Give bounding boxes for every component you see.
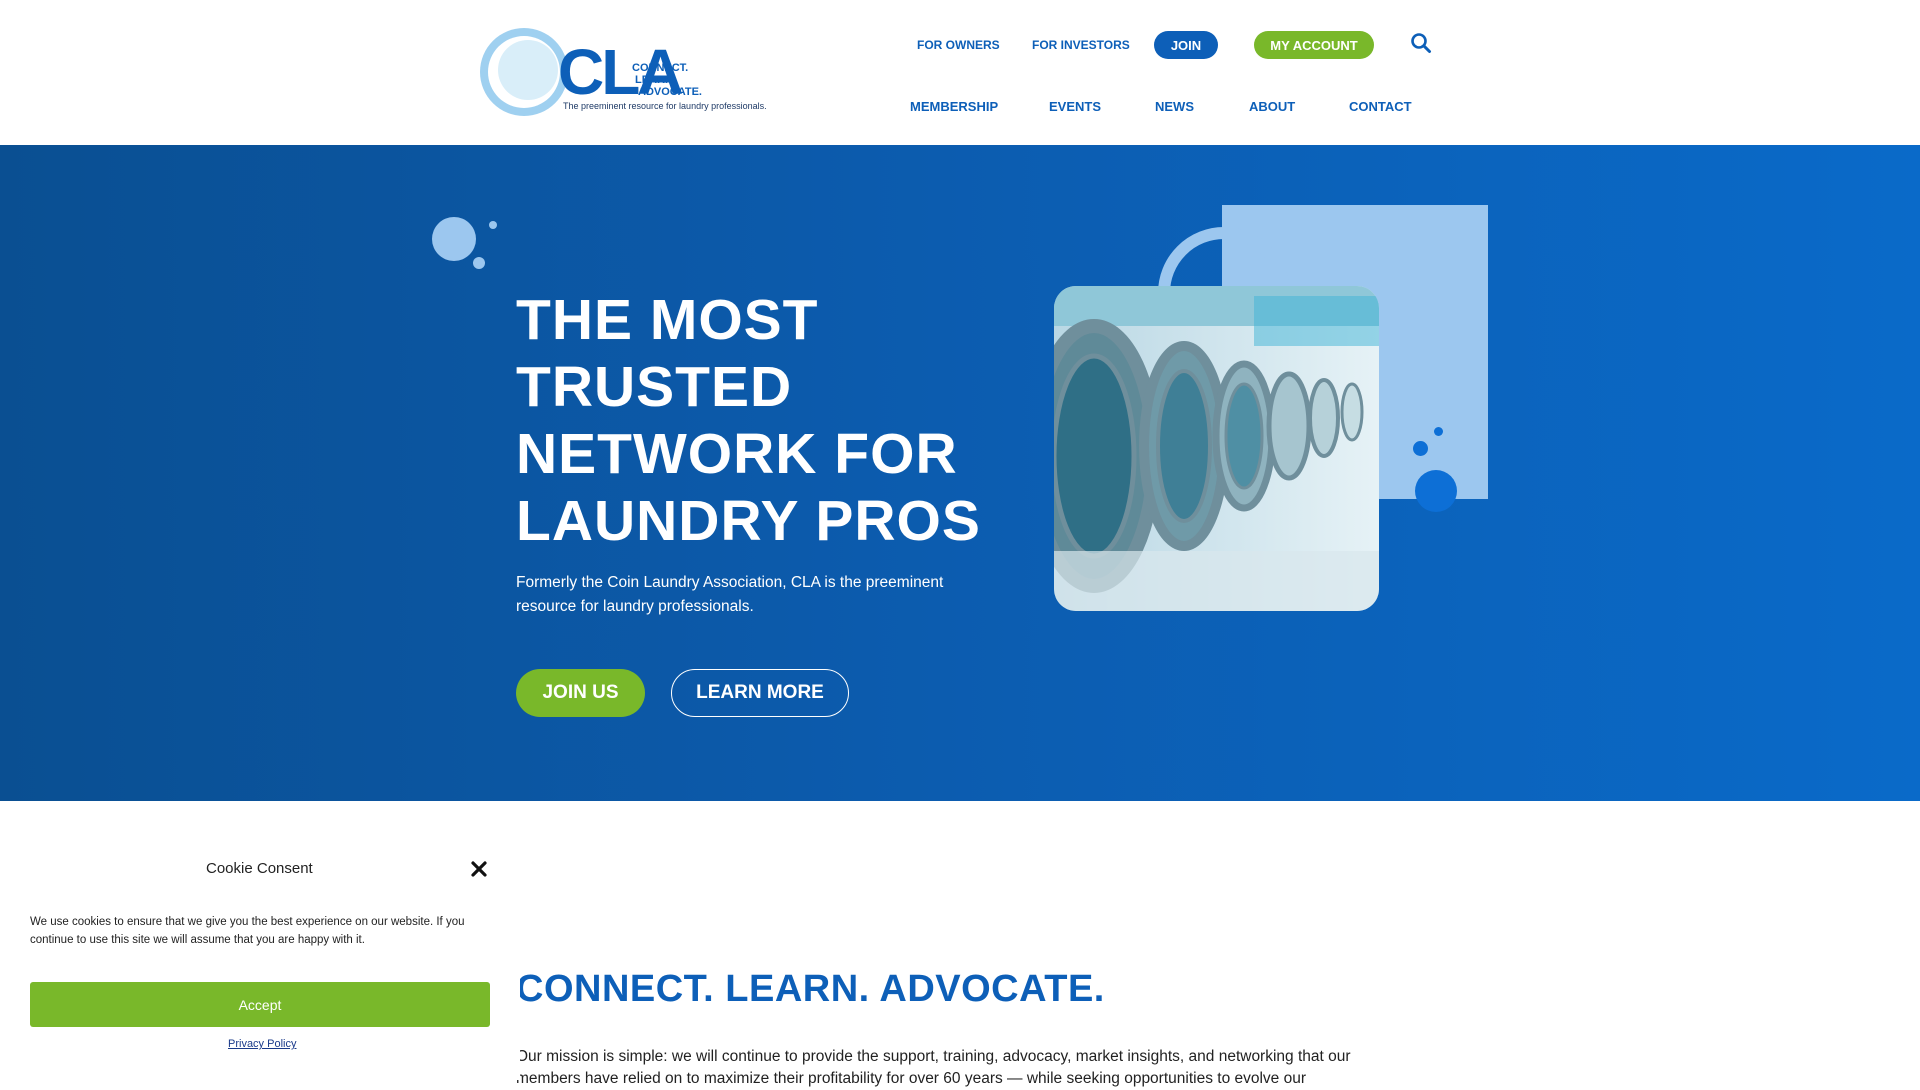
mission-text: Our mission is simple: we will continue … [516,1048,1351,1087]
join-us-button[interactable]: JOIN US [516,669,645,717]
nav-news[interactable]: NEWS [1155,99,1194,114]
bubble-decoration [1415,470,1457,512]
site-header: CLA CONNECT. LEARN. ADVOCATE. The preemi… [0,0,1920,145]
hero-section: THE MOST TRUSTED NETWORK FOR LAUNDRY PRO… [0,145,1920,801]
cookie-message: We use cookies to ensure that we give yo… [30,916,465,946]
nav-for-investors[interactable]: FOR INVESTORS [1032,38,1130,52]
bubble-decoration [1434,427,1443,436]
laundromat-washers-image [1054,286,1379,611]
logo-slogan-line: ADVOCATE. [638,86,702,98]
hero-description: Formerly the Coin Laundry Association, C… [516,574,944,615]
bubble-decoration [473,257,485,269]
close-icon[interactable] [470,860,490,880]
logo-tagline: The preeminent resource for laundry prof… [563,101,767,111]
learn-more-button[interactable]: LEARN MORE [671,669,849,717]
hero-title-line: LAUNDRY PROS [516,489,981,553]
nav-events[interactable]: EVENTS [1049,99,1101,114]
bubble-decoration [1413,441,1428,456]
mission-heading: CONNECT. LEARN. ADVOCATE. [516,968,1105,1010]
hero-title-line: NETWORK FOR [516,422,958,486]
nav-membership[interactable]: MEMBERSHIP [910,99,998,114]
nav-for-owners[interactable]: FOR OWNERS [917,38,1000,52]
logo-slogan-line: CONNECT. [632,62,689,74]
my-account-button[interactable]: MY ACCOUNT [1254,31,1374,59]
accept-cookies-button[interactable]: Accept [30,982,490,1027]
hero-title-line: THE MOST [516,288,819,352]
join-button[interactable]: JOIN [1154,31,1218,59]
nav-contact[interactable]: CONTACT [1349,99,1412,114]
bubble-decoration [489,221,497,229]
logo-slogan-line: LEARN. [635,74,676,86]
hero-title: THE MOST TRUSTED NETWORK FOR LAUNDRY PRO… [516,287,1036,555]
bubble-decoration [432,217,476,261]
logo-slogan: CONNECT. LEARN. ADVOCATE. [632,62,702,98]
privacy-policy-link[interactable]: Privacy Policy [228,1038,296,1050]
hero-title-line: TRUSTED [516,355,793,419]
search-icon[interactable] [1410,32,1432,54]
nav-about[interactable]: ABOUT [1249,99,1295,114]
cookie-title: Cookie Consent [206,860,313,877]
